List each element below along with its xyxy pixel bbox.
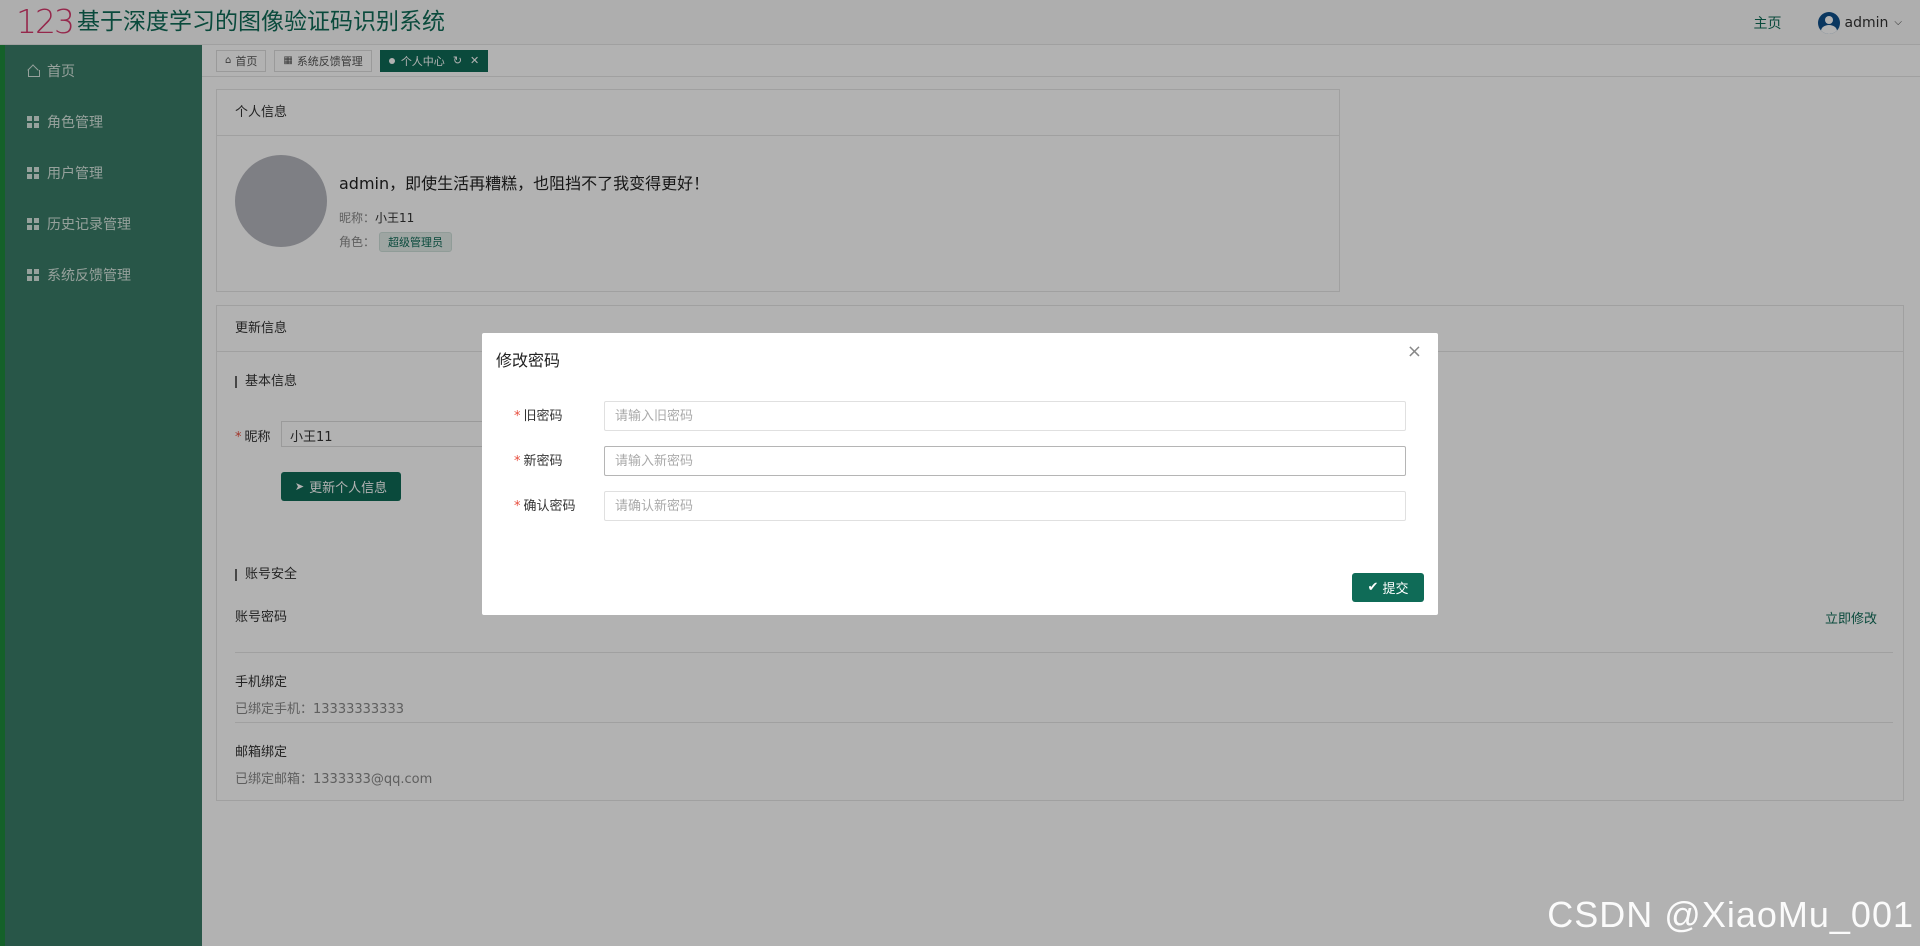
old-password-label: * 旧密码 bbox=[514, 405, 563, 424]
confirm-password-label-text: 确认密码 bbox=[523, 499, 576, 514]
required-mark: * bbox=[514, 454, 521, 469]
submit-label: 提交 bbox=[1382, 582, 1409, 597]
required-mark: * bbox=[514, 499, 521, 514]
close-icon[interactable]: × bbox=[1407, 341, 1422, 362]
change-password-modal: 修改密码 × *旧密码 *新密码 *确认密码 ✔ 提交 bbox=[482, 333, 1438, 615]
required-mark: * bbox=[514, 409, 521, 424]
watermark: CSDN @XiaoMu_001 bbox=[1547, 894, 1914, 935]
new-password-label: * 新密码 bbox=[514, 450, 563, 469]
confirm-password-input[interactable] bbox=[604, 491, 1406, 521]
modal-title: 修改密码 bbox=[496, 351, 561, 370]
new-password-input[interactable] bbox=[604, 446, 1406, 476]
confirm-password-label: * 确认密码 bbox=[514, 495, 576, 514]
new-password-label-text: 新密码 bbox=[523, 454, 563, 469]
old-password-label-text: 旧密码 bbox=[523, 409, 563, 424]
check-icon: ✔ bbox=[1367, 580, 1379, 595]
submit-button[interactable]: ✔ 提交 bbox=[1352, 573, 1424, 602]
old-password-input[interactable] bbox=[604, 401, 1406, 431]
